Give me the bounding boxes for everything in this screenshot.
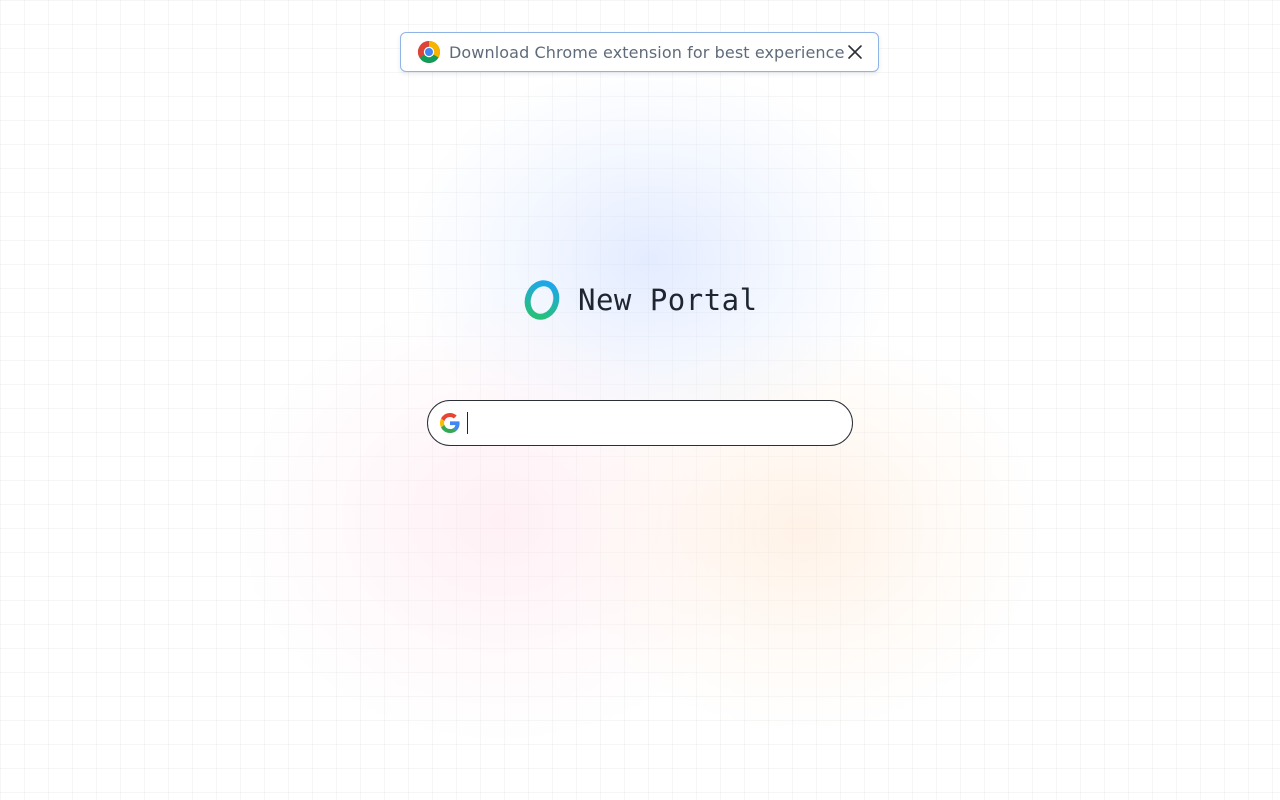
page-background: Download Chrome extension for best exper… — [0, 0, 1280, 800]
search-bar[interactable] — [427, 400, 853, 446]
page-title: New Portal — [578, 283, 758, 317]
extension-banner[interactable]: Download Chrome extension for best exper… — [400, 32, 879, 72]
portal-logo-icon — [522, 278, 562, 322]
text-caret — [467, 412, 468, 434]
google-icon — [439, 412, 461, 434]
banner-text: Download Chrome extension for best exper… — [449, 42, 845, 62]
chrome-icon — [417, 40, 441, 64]
background-glow-pink — [240, 300, 760, 740]
close-icon[interactable] — [845, 41, 866, 63]
background-glow-peach — [560, 330, 1040, 730]
brand: New Portal — [522, 278, 758, 322]
search-input[interactable] — [468, 408, 838, 438]
